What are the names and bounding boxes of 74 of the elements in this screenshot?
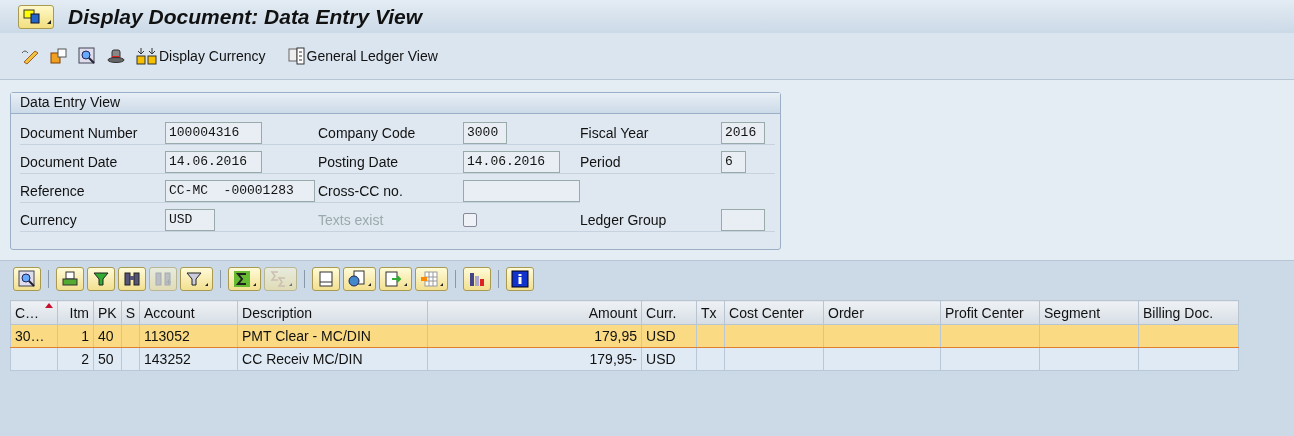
- column-header[interactable]: C…: [10, 300, 58, 325]
- grid-toolbar-button[interactable]: [228, 267, 261, 291]
- input-field[interactable]: [721, 208, 765, 231]
- input-field[interactable]: USD: [165, 208, 215, 231]
- input-field[interactable]: 14.06.2016: [463, 150, 560, 173]
- toolbar-button[interactable]: [78, 47, 96, 65]
- field-label: Cross-CC no.: [318, 182, 404, 199]
- table-cell: 30…: [10, 324, 58, 348]
- column-header[interactable]: Segment: [1039, 300, 1139, 325]
- sigma-subtotal-icon: [269, 270, 287, 288]
- column-header[interactable]: Order: [823, 300, 941, 325]
- window-title: Display Document: Data Entry View: [68, 4, 422, 29]
- input-field[interactable]: CC-MC -00001283: [165, 179, 315, 202]
- document-icon: [317, 270, 335, 288]
- window-switch-icon: [50, 47, 68, 65]
- currency-icon: [136, 47, 158, 65]
- column-header[interactable]: Profit Center: [940, 300, 1040, 325]
- table-cell: PMT Clear - MC/DIN: [237, 324, 428, 348]
- input-field[interactable]: 14.06.2016: [165, 150, 262, 173]
- column-header[interactable]: Amount: [427, 300, 642, 325]
- sigma-icon: [233, 270, 251, 288]
- input-field[interactable]: 3000: [463, 121, 507, 144]
- grid-toolbar-button[interactable]: [118, 267, 146, 291]
- field-label: Document Number: [20, 124, 139, 141]
- ledger-icon: [287, 47, 306, 65]
- info-icon: [511, 270, 529, 288]
- views-icon: [348, 270, 366, 288]
- field-label: Period: [580, 153, 622, 170]
- binoculars-icon: [123, 270, 141, 288]
- field-label: Document Date: [20, 153, 119, 170]
- magnifier-icon: [18, 270, 36, 288]
- toolbar-button[interactable]: [106, 47, 126, 65]
- field-label: Fiscal Year: [580, 124, 650, 141]
- column-header[interactable]: PK: [93, 300, 122, 325]
- grid-toolbar-button[interactable]: [13, 267, 41, 291]
- binoculars-plus-icon: [154, 270, 172, 288]
- grid-toolbar-button[interactable]: [506, 267, 534, 291]
- hat-icon: [106, 47, 126, 65]
- table-cell: [10, 347, 58, 371]
- panel-title: Data Entry View: [19, 93, 121, 110]
- field-label: Texts exist: [318, 211, 385, 228]
- print-icon: [61, 270, 79, 288]
- table-cell: 179,95: [427, 324, 642, 348]
- layout-grid-icon: [420, 270, 438, 288]
- column-header[interactable]: Description: [237, 300, 428, 325]
- field-label: Currency: [20, 211, 78, 228]
- magnifier-icon: [78, 47, 96, 65]
- field-label: Reference: [20, 182, 86, 199]
- field-label: Company Code: [318, 124, 417, 141]
- system-menu-button[interactable]: [18, 4, 54, 29]
- column-header[interactable]: Account: [139, 300, 238, 325]
- menu-icon: [23, 8, 41, 25]
- input-field[interactable]: 100004316: [165, 121, 262, 144]
- table-cell: 179,95-: [427, 347, 642, 371]
- filter-icon: [185, 270, 203, 288]
- column-header[interactable]: Itm: [57, 300, 94, 325]
- column-header[interactable]: Billing Doc.: [1138, 300, 1239, 325]
- column-header[interactable]: Cost Center: [724, 300, 824, 325]
- input-field[interactable]: [463, 179, 580, 202]
- funnel-icon: [92, 270, 110, 288]
- field-label: Ledger Group: [580, 211, 668, 228]
- toolbar-button[interactable]: General Ledger View: [287, 47, 438, 65]
- grid-toolbar-button[interactable]: [87, 267, 115, 291]
- column-header[interactable]: Tx: [696, 300, 725, 325]
- table-cell: CC Receiv MC/DIN: [237, 347, 428, 371]
- input-field[interactable]: 6: [721, 150, 746, 173]
- field-label: Posting Date: [318, 153, 400, 170]
- grid-toolbar-button[interactable]: [463, 267, 491, 291]
- grid-toolbar-button[interactable]: [343, 267, 376, 291]
- input-field[interactable]: 2016: [721, 121, 765, 144]
- column-header[interactable]: Curr.: [641, 300, 697, 325]
- toolbar-button[interactable]: Display Currency: [136, 47, 266, 65]
- export-icon: [384, 270, 402, 288]
- bar-chart-icon: [468, 270, 486, 288]
